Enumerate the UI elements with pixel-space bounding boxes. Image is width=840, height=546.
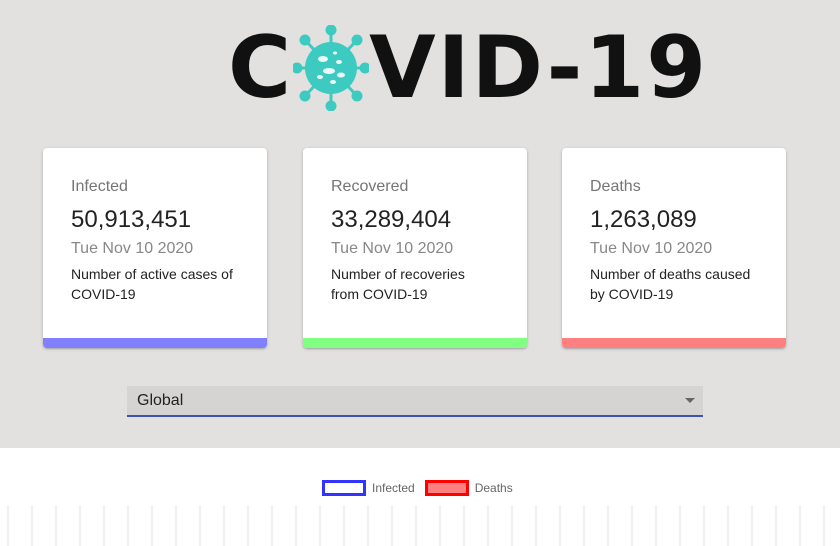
card-date: Tue Nov 10 2020 xyxy=(331,240,454,257)
country-select-value: Global xyxy=(137,392,184,409)
legend-item-deaths[interactable]: Deaths xyxy=(424,480,513,496)
card-accent-bar xyxy=(303,338,527,348)
card-description-line: Number of recoveries xyxy=(331,266,465,282)
card-description: Number of recoveries from COVID-19 xyxy=(331,264,499,304)
chevron-down-icon[interactable] xyxy=(685,398,695,403)
card-description: Number of active cases of COVID-19 xyxy=(71,264,239,304)
card-infected: Infected 50,913,451 Tue Nov 10 2020 Numb… xyxy=(43,148,267,348)
card-description-line: Number of active cases of xyxy=(71,266,233,282)
chart-legend: Infected Deaths xyxy=(322,480,523,496)
legend-label: Infected xyxy=(372,481,415,495)
card-description-line: by COVID-19 xyxy=(590,286,674,302)
logo-text: VID-19 xyxy=(369,18,709,118)
card-title: Deaths xyxy=(590,178,641,195)
card-title: Infected xyxy=(71,178,128,195)
card-deaths: Deaths 1,263,089 Tue Nov 10 2020 Number … xyxy=(562,148,786,348)
card-date: Tue Nov 10 2020 xyxy=(590,240,713,257)
card-value: 50,913,451 xyxy=(71,206,192,233)
logo-letter-c: C xyxy=(228,18,294,118)
card-date: Tue Nov 10 2020 xyxy=(71,240,194,257)
card-title: Recovered xyxy=(331,178,409,195)
card-value: 33,289,404 xyxy=(331,206,452,233)
country-select[interactable]: Global xyxy=(127,386,703,417)
app-logo: C VID-19 xyxy=(228,22,708,114)
card-accent-bar xyxy=(43,338,267,348)
legend-item-infected[interactable]: Infected xyxy=(322,480,415,496)
legend-label: Deaths xyxy=(474,481,513,495)
chart-gridlines xyxy=(7,505,825,546)
card-recovered: Recovered 33,289,404 Tue Nov 10 2020 Num… xyxy=(303,148,527,348)
header-section: C VID-19 Infected 50,913,451 Tue Nov 10 … xyxy=(0,0,840,448)
virus-icon xyxy=(293,25,370,111)
card-value: 1,263,089 xyxy=(590,206,697,233)
legend-swatch-deaths xyxy=(424,480,469,496)
legend-swatch-infected xyxy=(322,480,366,496)
card-description-line: from COVID-19 xyxy=(331,286,428,302)
card-description-line: COVID-19 xyxy=(71,286,136,302)
card-description: Number of deaths caused by COVID-19 xyxy=(590,264,758,304)
card-description-line: Number of deaths caused xyxy=(590,266,751,282)
card-accent-bar xyxy=(562,338,786,348)
